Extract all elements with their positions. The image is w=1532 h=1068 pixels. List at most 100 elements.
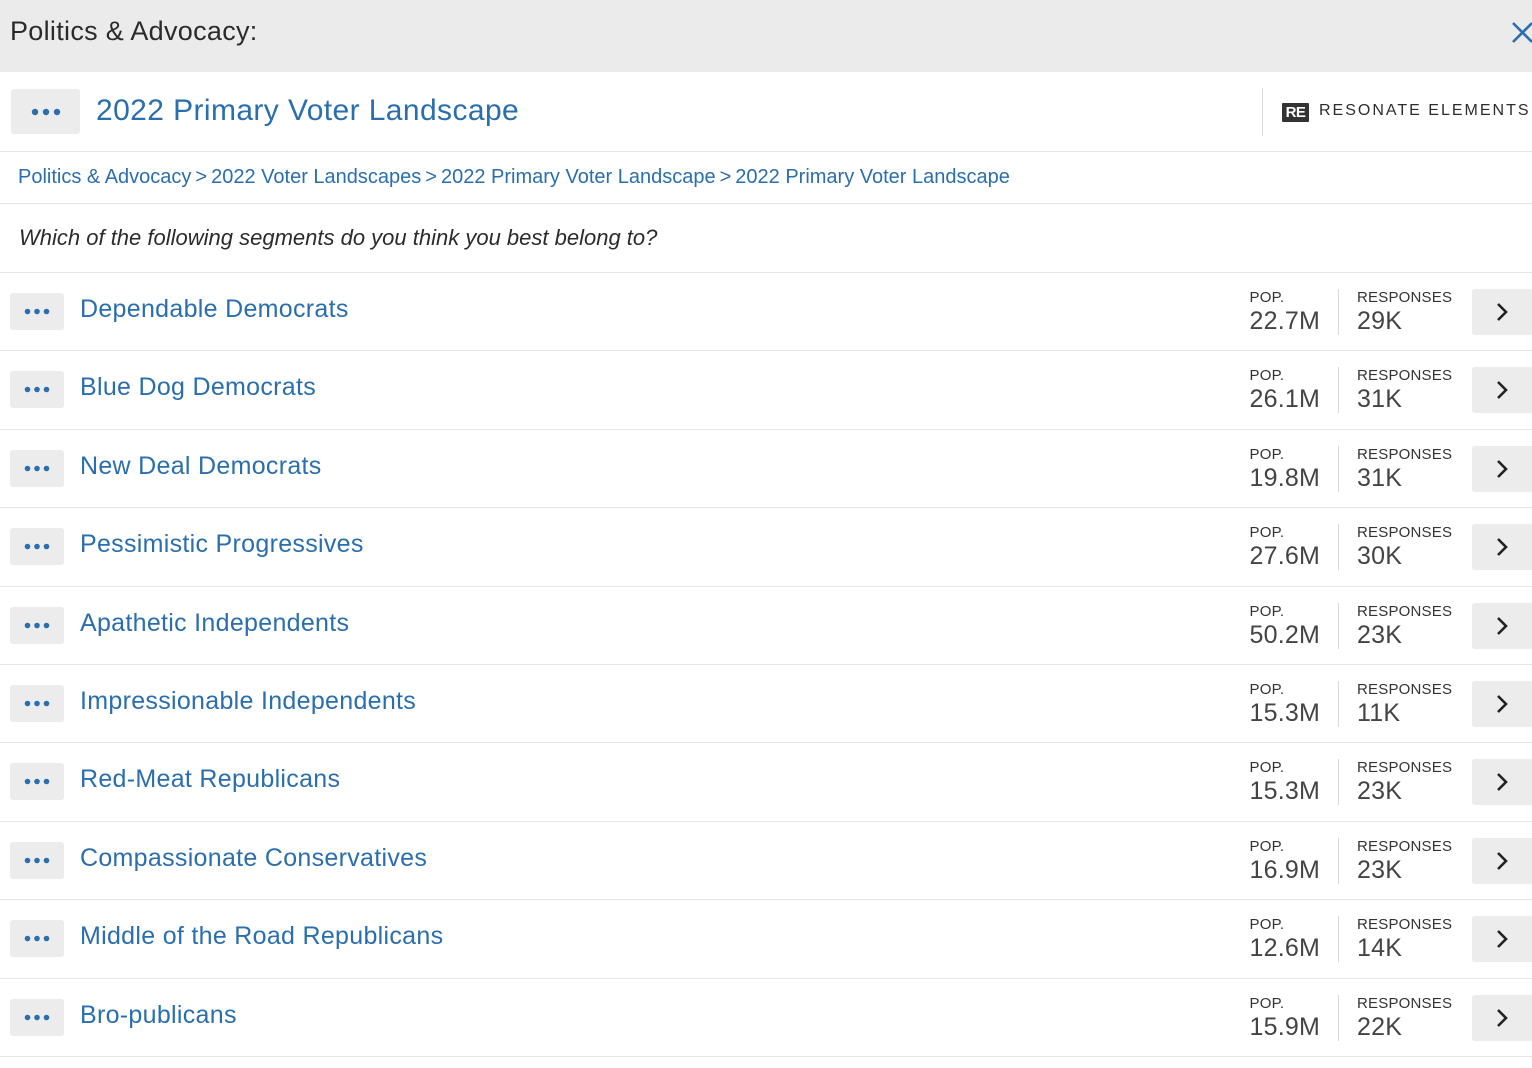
segment-open-button[interactable]: [1472, 837, 1532, 884]
pop-stat: POP. 15.9M: [1250, 995, 1320, 1041]
close-icon[interactable]: [1510, 18, 1532, 48]
more-dots-icon: [24, 779, 50, 785]
chevron-right-icon: [1497, 303, 1508, 321]
segment-name[interactable]: Pessimistic Progressives: [80, 530, 364, 559]
pop-label: POP.: [1249, 916, 1285, 934]
segment-open-button[interactable]: [1472, 759, 1532, 806]
more-dots-icon: [24, 700, 50, 707]
responses-value: 30K: [1357, 542, 1403, 571]
segment-open-button[interactable]: [1472, 602, 1532, 649]
stat-divider: [1338, 289, 1339, 335]
segment-row: Dependable Democrats POP. 22.7M RESPONSES…: [0, 273, 1532, 352]
segment-name[interactable]: Middle of the Road Republicans: [80, 922, 443, 951]
more-dots-icon: [24, 308, 50, 315]
responses-label: RESPONSES: [1357, 289, 1453, 306]
responses-label: RESPONSES: [1357, 367, 1453, 385]
breadcrumb-separator: >: [719, 166, 732, 188]
responses-label: RESPONSES: [1357, 994, 1453, 1012]
segment-open-button[interactable]: [1472, 680, 1532, 727]
segment-open-button[interactable]: [1472, 524, 1532, 571]
pop-stat: POP. 15.3M: [1250, 759, 1320, 805]
pop-stat: POP. 15.3M: [1250, 681, 1320, 727]
breadcrumb-item-primary-voter-landscape[interactable]: 2022 Primary Voter Landscape: [441, 166, 716, 188]
segment-row: Bro-publicans POP. 15.9M RESPONSES 22K: [0, 979, 1532, 1057]
responses-stat: RESPONSES 31K: [1357, 367, 1452, 413]
breadcrumb-item-voter-landscapes[interactable]: 2022 Voter Landscapes: [211, 166, 421, 188]
stat-divider: [1338, 759, 1339, 806]
segment-name[interactable]: Red-Meat Republicans: [80, 765, 340, 794]
responses-stat: RESPONSES 22K: [1357, 995, 1452, 1041]
segment-name[interactable]: Bro-publicans: [80, 1001, 237, 1030]
more-dots-icon: [24, 1014, 50, 1020]
breadcrumb-item-current[interactable]: 2022 Primary Voter Landscape: [735, 166, 1010, 188]
pop-stat: POP. 50.2M: [1250, 603, 1320, 649]
segment-name[interactable]: Dependable Democrats: [80, 295, 349, 324]
segment-name[interactable]: New Deal Democrats: [80, 452, 322, 481]
breadcrumb-item-politics-advocacy[interactable]: Politics & Advocacy: [18, 166, 191, 188]
segment-more-button[interactable]: [10, 763, 64, 801]
pop-stat: POP. 16.9M: [1250, 838, 1320, 884]
breadcrumb-separator: >: [425, 166, 437, 188]
responses-stat: RESPONSES 30K: [1357, 524, 1452, 570]
pop-value: 27.6M: [1249, 542, 1320, 571]
segment-row: Middle of the Road Republicans POP. 12.6M…: [0, 900, 1532, 979]
segment-open-button[interactable]: [1472, 445, 1532, 492]
segment-more-button[interactable]: [10, 293, 64, 330]
pop-stat: POP. 22.7M: [1250, 289, 1320, 335]
responses-value: 31K: [1357, 385, 1403, 414]
more-dots-icon: [31, 108, 60, 115]
segment-open-button[interactable]: [1472, 916, 1532, 963]
segment-more-button[interactable]: [10, 371, 64, 409]
responses-stat: RESPONSES 14K: [1357, 916, 1452, 962]
page-header: 2022 Primary Voter Landscape RE RESONATE…: [0, 72, 1532, 152]
segment-more-button[interactable]: [10, 920, 64, 958]
chevron-right-icon: [1497, 459, 1508, 478]
stat-divider: [1338, 680, 1339, 727]
responses-stat: RESPONSES 23K: [1357, 603, 1452, 649]
segment-open-button[interactable]: [1472, 289, 1532, 335]
pop-value: 19.8M: [1249, 463, 1320, 492]
segment-more-button[interactable]: [10, 841, 64, 879]
pop-label: POP.: [1249, 289, 1285, 306]
pop-value: 16.9M: [1249, 855, 1320, 884]
segment-name[interactable]: Apathetic Independents: [80, 609, 349, 638]
segment-name[interactable]: Blue Dog Democrats: [80, 373, 316, 402]
segment-more-button[interactable]: [10, 684, 64, 722]
responses-stat: RESPONSES 11K: [1357, 681, 1452, 727]
header-more-button[interactable]: [11, 89, 80, 134]
pop-label: POP.: [1249, 837, 1285, 855]
responses-label: RESPONSES: [1357, 837, 1453, 855]
pop-label: POP.: [1249, 602, 1285, 620]
responses-value: 23K: [1357, 777, 1403, 806]
segment-open-button[interactable]: [1472, 994, 1532, 1041]
chevron-right-icon: [1497, 695, 1508, 713]
chevron-right-icon: [1497, 616, 1508, 635]
responses-value: 23K: [1357, 620, 1403, 649]
stat-divider: [1338, 524, 1339, 571]
responses-stat: RESPONSES 29K: [1357, 289, 1452, 335]
segment-name[interactable]: Compassionate Conservatives: [80, 844, 427, 873]
segment-more-button[interactable]: [10, 449, 64, 487]
segment-row: Red-Meat Republicans POP. 15.3M RESPONSES…: [0, 743, 1532, 822]
segment-more-button[interactable]: [10, 998, 64, 1036]
pop-value: 15.3M: [1249, 777, 1320, 806]
pop-value: 26.1M: [1249, 385, 1320, 414]
stat-divider: [1338, 445, 1339, 492]
pop-label: POP.: [1249, 680, 1285, 698]
responses-value: 14K: [1357, 934, 1403, 963]
segment-name[interactable]: Impressionable Independents: [80, 687, 416, 716]
pop-label: POP.: [1249, 367, 1285, 385]
segment-open-button[interactable]: [1472, 367, 1532, 414]
responses-label: RESPONSES: [1357, 445, 1453, 463]
segment-row: Impressionable Independents POP. 15.3M RE…: [0, 665, 1532, 744]
responses-stat: RESPONSES 23K: [1357, 759, 1452, 805]
more-dots-icon: [24, 857, 50, 864]
responses-value: 31K: [1357, 463, 1403, 492]
segment-more-button[interactable]: [10, 528, 64, 566]
stat-divider: [1338, 367, 1339, 414]
stat-divider: [1338, 916, 1339, 963]
segment-row: Blue Dog Democrats POP. 26.1M RESPONSES 31…: [0, 351, 1532, 430]
brand-name: RESONATE ELEMENTS: [1319, 102, 1531, 119]
pop-label: POP.: [1249, 524, 1285, 542]
segment-more-button[interactable]: [10, 606, 64, 644]
